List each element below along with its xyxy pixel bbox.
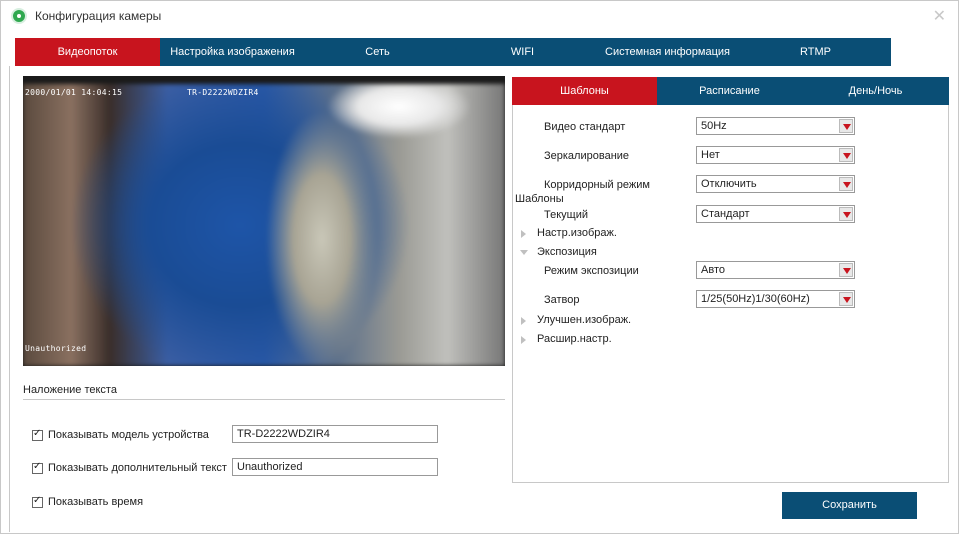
video-standard-label: Видео стандарт bbox=[544, 121, 626, 133]
expand-advanced-icon[interactable] bbox=[521, 336, 526, 344]
show-extra-label: Показывать дополнительный текст bbox=[48, 462, 227, 474]
corridor-label: Корридорный режим bbox=[544, 179, 650, 191]
dropdown-arrow-icon bbox=[839, 148, 853, 162]
show-time-checkbox[interactable] bbox=[32, 495, 43, 508]
osd-timestamp: 2000/01/01 14:04:15 bbox=[25, 88, 123, 97]
dropdown-arrow-icon bbox=[839, 177, 853, 191]
text-overlay-heading: Наложение текста bbox=[23, 384, 117, 396]
app-logo-icon bbox=[11, 8, 27, 24]
extra-text-field[interactable]: Unauthorized bbox=[232, 458, 438, 476]
collapse-exposure-icon[interactable] bbox=[520, 250, 528, 255]
dropdown-arrow-icon bbox=[839, 292, 853, 306]
tab-schedule[interactable]: Расписание bbox=[657, 77, 802, 105]
advanced-group[interactable]: Расшир.настр. bbox=[537, 333, 612, 345]
mirror-select[interactable]: Нет bbox=[696, 146, 855, 164]
settings-panel bbox=[512, 77, 949, 483]
shutter-value: 1/25(50Hz)1/30(60Hz) bbox=[701, 293, 810, 305]
exposure-mode-value: Авто bbox=[701, 264, 725, 276]
mirror-label: Зеркалирование bbox=[544, 150, 630, 162]
tab-video-stream[interactable]: Видеопоток bbox=[15, 38, 160, 66]
show-model-label: Показывать модель устройства bbox=[48, 429, 209, 441]
corridor-select[interactable]: Отключить bbox=[696, 175, 855, 193]
shutter-label: Затвор bbox=[544, 294, 580, 306]
video-standard-value: 50Hz bbox=[701, 120, 727, 132]
dropdown-arrow-icon bbox=[839, 207, 853, 221]
enhance-group[interactable]: Улучшен.изображ. bbox=[537, 314, 631, 326]
tab-templates[interactable]: Шаблоны bbox=[512, 77, 657, 105]
exposure-mode-select[interactable]: Авто bbox=[696, 261, 855, 279]
current-template-label: Текущий bbox=[544, 209, 588, 221]
tab-wifi[interactable]: WIFI bbox=[450, 38, 595, 66]
camera-image bbox=[23, 84, 505, 366]
camera-config-window: Конфигурация камеры ✕ Видеопоток Настрой… bbox=[0, 0, 959, 534]
video-preview: 2000/01/01 14:04:15 TR-D2222WDZIR4 Unaut… bbox=[23, 76, 505, 366]
panel-tab-bar: Шаблоны Расписание День/Ночь bbox=[512, 77, 949, 105]
show-model-checkbox[interactable] bbox=[32, 428, 43, 441]
show-extra-row: Показывать дополнительный текст bbox=[32, 461, 227, 474]
corridor-value: Отключить bbox=[701, 178, 757, 190]
expand-image-settings-icon[interactable] bbox=[521, 230, 526, 238]
templates-group-label: Шаблоны bbox=[515, 193, 564, 205]
osd-model: TR-D2222WDZIR4 bbox=[187, 88, 259, 97]
osd-extra-text: Unauthorized bbox=[25, 344, 87, 353]
show-model-row: Показывать модель устройства bbox=[32, 428, 209, 441]
image-settings-group[interactable]: Настр.изображ. bbox=[537, 227, 617, 239]
dropdown-arrow-icon bbox=[839, 263, 853, 277]
show-extra-checkbox[interactable] bbox=[32, 461, 43, 474]
tab-network[interactable]: Сеть bbox=[305, 38, 450, 66]
expand-enhance-icon[interactable] bbox=[521, 317, 526, 325]
show-time-label: Показывать время bbox=[48, 496, 144, 508]
video-standard-select[interactable]: 50Hz bbox=[696, 117, 855, 135]
tab-rtmp[interactable]: RTMP bbox=[740, 38, 891, 66]
title-bar: Конфигурация камеры ✕ bbox=[1, 1, 958, 31]
current-template-select[interactable]: Стандарт bbox=[696, 205, 855, 223]
current-template-value: Стандарт bbox=[701, 208, 750, 220]
mirror-value: Нет bbox=[701, 149, 720, 161]
section-divider bbox=[23, 399, 505, 400]
show-time-row: Показывать время bbox=[32, 495, 144, 508]
tab-system-info[interactable]: Системная информация bbox=[595, 38, 740, 66]
exposure-mode-label: Режим экспозиции bbox=[544, 265, 639, 277]
model-text-field[interactable]: TR-D2222WDZIR4 bbox=[232, 425, 438, 443]
main-tab-bar: Видеопоток Настройка изображения Сеть WI… bbox=[15, 38, 891, 66]
tab-day-night[interactable]: День/Ночь bbox=[802, 77, 949, 105]
tab-image-settings[interactable]: Настройка изображения bbox=[160, 38, 305, 66]
window-title: Конфигурация камеры bbox=[35, 9, 162, 23]
close-icon[interactable]: ✕ bbox=[933, 6, 946, 26]
dropdown-arrow-icon bbox=[839, 119, 853, 133]
shutter-select[interactable]: 1/25(50Hz)1/30(60Hz) bbox=[696, 290, 855, 308]
save-button[interactable]: Сохранить bbox=[782, 492, 917, 519]
exposure-group[interactable]: Экспозиция bbox=[537, 246, 597, 258]
